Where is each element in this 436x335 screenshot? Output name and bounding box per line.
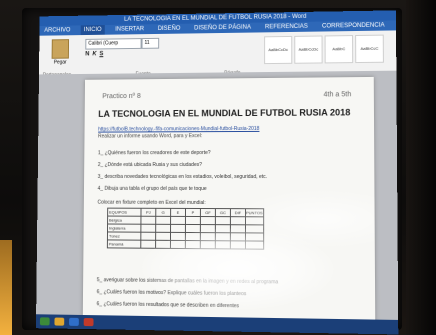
word-icon[interactable]: [69, 317, 79, 326]
ambient-light: [0, 240, 12, 335]
tab-0[interactable]: ARCHIVO: [41, 26, 73, 36]
table-cell: Bélgica: [107, 216, 141, 225]
table-cell: [200, 216, 216, 225]
table-header-cell: P: [185, 208, 201, 217]
style-option[interactable]: AaBbC: [324, 35, 354, 64]
table-header-cell: GF: [200, 208, 216, 217]
table-header-cell: EQUIPOS: [107, 208, 142, 217]
table-header-cell: GC: [215, 208, 231, 217]
browser-icon[interactable]: [83, 318, 94, 327]
table-cell: [140, 216, 156, 225]
document-title: LA TECNOLOGIA EN EL MUNDIAL DE FUTBOL RU…: [98, 107, 351, 119]
table-cell: Panamá: [107, 239, 141, 249]
table-caption: Colocar en fixture completo en Excel del…: [97, 199, 206, 207]
question-item: 1_ ¿Quiénes fueron los creadores de este…: [97, 150, 211, 157]
table-cell: [140, 240, 156, 249]
table-cell: [140, 232, 156, 241]
style-option[interactable]: AaBbCcDc: [264, 35, 293, 65]
document-link[interactable]: https://futbolB.technology.-fifa-comunic…: [98, 126, 259, 133]
table-cell: [215, 216, 231, 225]
explorer-icon[interactable]: [54, 317, 65, 326]
table-cell: [170, 216, 186, 225]
clipboard-icon: [51, 39, 70, 59]
grade-label: 4th a 5th: [323, 91, 352, 99]
format-icons: N K S: [85, 51, 103, 57]
table-cell: Inglaterra: [107, 224, 141, 233]
underline-icon[interactable]: S: [99, 51, 103, 57]
document-intro: Realizar un informe usando Word, para y …: [98, 133, 203, 140]
font-size-select[interactable]: 11: [141, 37, 160, 49]
photo-background: LA TECNOLOGIA EN EL MUNDIAL DE FUTBOL RU…: [0, 0, 436, 335]
table-header-cell: G: [155, 208, 171, 217]
paste-button[interactable]: Pegar: [45, 39, 76, 67]
table-cell: [155, 216, 171, 225]
question-item: 3_ describa novedades tecnológicas en lo…: [97, 173, 268, 181]
table-cell: Túnez: [107, 231, 141, 241]
ribbon: Pegar Calibri (Cuerp 11 N K S AaBbCcDc Aa…: [38, 30, 397, 78]
page-header: Practico nº 8 4th a 5th: [102, 91, 351, 100]
screen-glare: [141, 227, 334, 311]
tab-3[interactable]: DISEÑO: [155, 24, 183, 34]
bold-icon[interactable]: N: [85, 51, 89, 57]
document-page[interactable]: Practico nº 8 4th a 5th LA TECNOLOGIA EN…: [82, 76, 376, 335]
italic-icon[interactable]: K: [92, 51, 96, 57]
question-item: 4_ Dibuja una tabla el grupo del país qu…: [97, 185, 207, 192]
wall-edge: [406, 0, 436, 335]
tab-2[interactable]: INSERTAR: [112, 24, 147, 34]
paste-label: Pegar: [53, 59, 67, 66]
document-area: Practico nº 8 4th a 5th LA TECNOLOGIA EN…: [35, 70, 399, 335]
monitor-screen: LA TECNOLOGIA EN EL MUNDIAL DE FUTBOL RU…: [35, 10, 399, 335]
tab-1[interactable]: INICIO: [80, 25, 105, 36]
table-cell: [185, 216, 201, 225]
table-cell: [155, 224, 171, 233]
styles-gallery: AaBbCcDc AaBbCcDc AaBbC AaBbCcC: [264, 34, 384, 65]
style-option[interactable]: AaBbCcC: [355, 34, 384, 64]
font-name-select[interactable]: Calibri (Cuerp: [85, 38, 142, 50]
table-header-cell: PJ: [140, 208, 156, 217]
style-option[interactable]: AaBbCcDc: [294, 35, 323, 64]
table-cell: [140, 224, 156, 233]
practice-label: Practico nº 8: [102, 93, 141, 101]
table-cell: [170, 224, 186, 233]
start-icon[interactable]: [39, 317, 50, 326]
question-item: 2_ ¿Dónde está ubicada Rusia y sus ciuda…: [97, 162, 202, 169]
table-header-cell: E: [170, 208, 186, 217]
